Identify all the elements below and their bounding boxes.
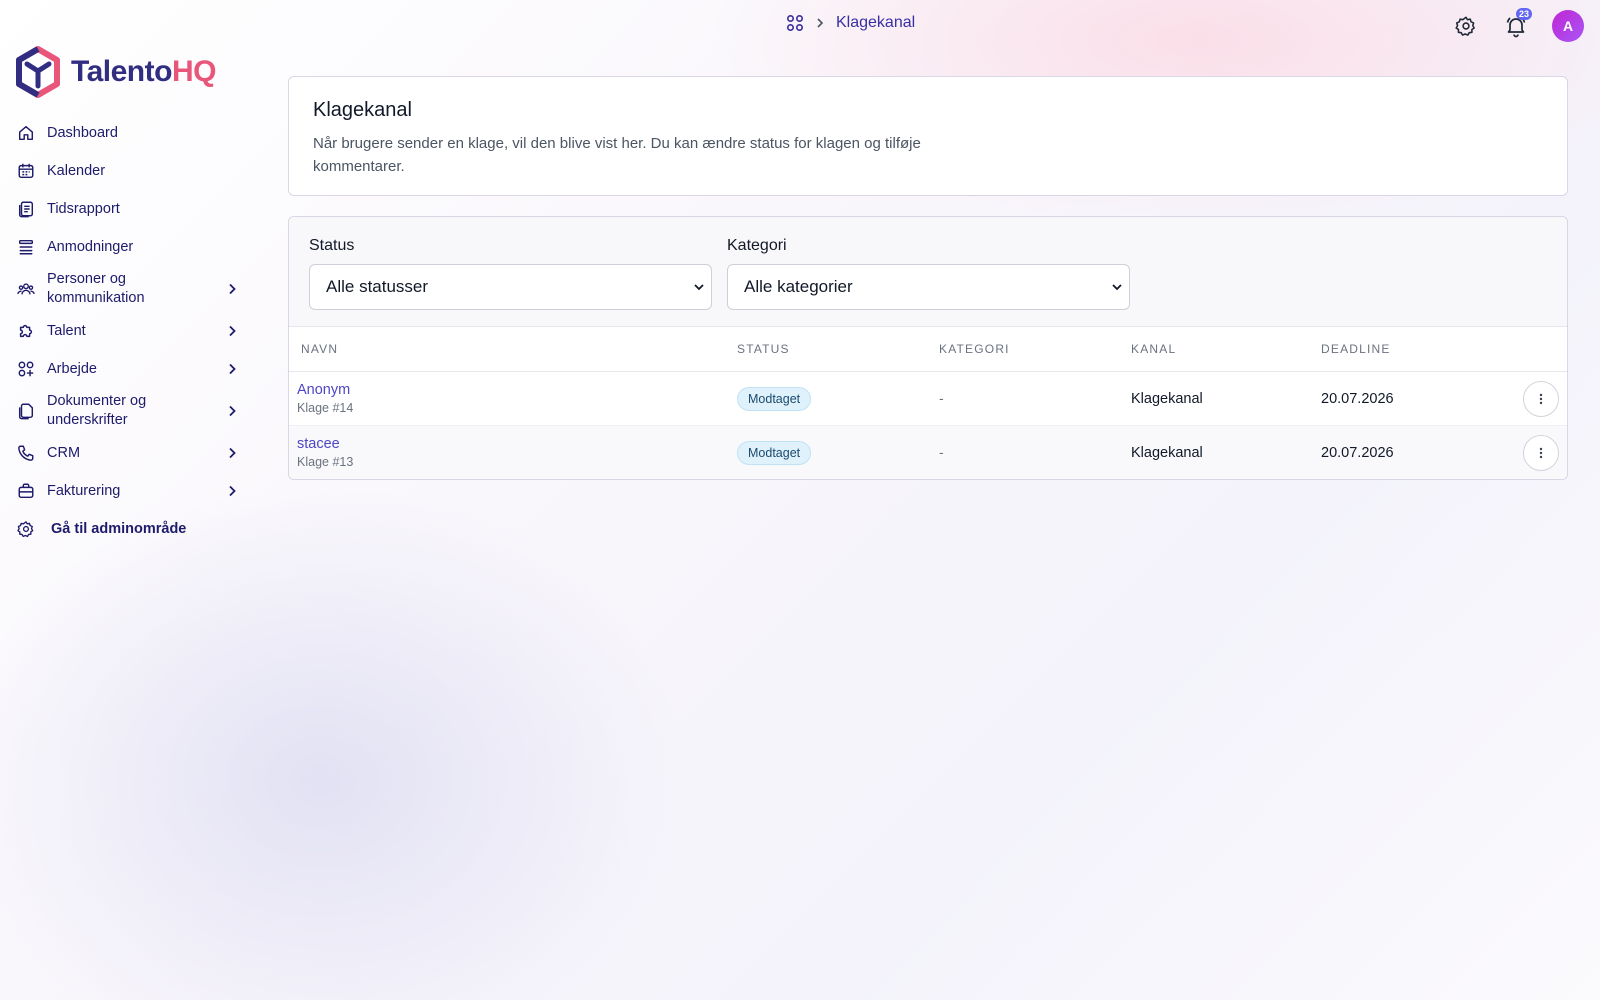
people-icon [17, 283, 35, 295]
table-header: NAVN STATUS KATEGORI KANAL DEADLINE [289, 327, 1567, 372]
channel-value: Klagekanal [1131, 390, 1203, 407]
status-badge: Modtaget [737, 386, 812, 411]
breadcrumb: Klagekanal [786, 14, 915, 32]
chevron-right-icon [229, 447, 236, 459]
documents-icon [18, 403, 34, 420]
home-icon [18, 125, 34, 141]
sidebar-item-kalender[interactable]: Kalender [17, 152, 245, 190]
gear-icon [1455, 16, 1475, 36]
complaint-name-link[interactable]: stacee [297, 436, 737, 452]
sidebar-item-dashboard[interactable]: Dashboard [17, 114, 245, 152]
column-header-category[interactable]: KATEGORI [939, 342, 1131, 356]
sidebar-item-fakturering[interactable]: Fakturering [17, 472, 245, 510]
row-actions-button[interactable] [1523, 434, 1559, 471]
table-row[interactable]: stacee Klage #13 Modtaget - Klagekanal 2… [289, 426, 1567, 479]
avatar[interactable]: A [1552, 10, 1584, 42]
sidebar: TalentoHQ Dashboard Kalender Tidsrapport [0, 44, 260, 548]
more-vertical-icon [1539, 447, 1543, 458]
column-header-deadline[interactable]: DEADLINE [1321, 342, 1521, 356]
intro-card: Klagekanal Når brugere sender en klage, … [288, 76, 1568, 196]
brand-name: TalentoHQ [71, 55, 216, 88]
complaint-id: Klage #13 [297, 455, 354, 469]
status-select-value: Alle statusser [326, 277, 429, 296]
chevron-right-icon [229, 485, 236, 497]
chevron-right-icon [229, 405, 236, 417]
puzzle-icon [19, 324, 33, 338]
chevron-down-icon [1112, 284, 1122, 291]
sidebar-item-personer[interactable]: Personer og kommunikation [17, 266, 245, 312]
complaint-id: Klage #14 [297, 401, 354, 415]
sidebar-item-admin[interactable]: Gå til adminområde [17, 510, 245, 548]
notification-badge: 23 [1515, 8, 1532, 20]
apps-grid-icon[interactable] [786, 14, 804, 32]
chevron-down-icon [694, 284, 704, 291]
phone-icon [18, 445, 34, 461]
notifications-button[interactable]: 23 [1502, 8, 1532, 40]
status-select[interactable]: Alle statusser [309, 264, 712, 310]
sidebar-nav: Dashboard Kalender Tidsrapport Anmodning… [0, 114, 245, 548]
chevron-right-icon [229, 325, 236, 337]
category-filter-label: Kategori [727, 237, 787, 254]
timesheet-icon [18, 201, 34, 218]
category-filter: Kategori Alle kategorier [727, 237, 1130, 326]
channel-value: Klagekanal [1131, 444, 1203, 461]
category-select[interactable]: Alle kategorier [727, 264, 1130, 310]
category-value: - [939, 389, 944, 406]
status-filter: Status Alle statusser [309, 237, 712, 326]
column-header-channel[interactable]: KANAL [1131, 342, 1321, 356]
breadcrumb-current[interactable]: Klagekanal [836, 14, 915, 32]
sidebar-item-arbejde[interactable]: Arbejde [17, 350, 245, 388]
sidebar-item-tidsrapport[interactable]: Tidsrapport [17, 190, 245, 228]
column-header-status[interactable]: STATUS [737, 342, 939, 356]
page-title: Klagekanal [313, 99, 412, 121]
filter-bar: Status Alle statusser Kategori Alle kate… [289, 217, 1567, 327]
status-badge: Modtaget [737, 440, 812, 465]
deadline-value: 20.07.2026 [1321, 444, 1394, 461]
list-icon [18, 239, 34, 255]
complaint-name-link[interactable]: Anonym [297, 382, 737, 398]
deadline-value: 20.07.2026 [1321, 390, 1394, 407]
gear-icon [17, 521, 34, 538]
row-actions-button[interactable] [1523, 380, 1559, 417]
complaints-list-card: Status Alle statusser Kategori Alle kate… [288, 216, 1568, 480]
logo[interactable]: TalentoHQ [0, 44, 260, 100]
sidebar-item-talent[interactable]: Talent [17, 312, 245, 350]
more-vertical-icon [1539, 393, 1543, 404]
sidebar-item-dokumenter[interactable]: Dokumenter og underskrifter [17, 388, 245, 434]
cube-logo-icon [16, 46, 60, 98]
category-value: - [939, 443, 944, 460]
column-header-name[interactable]: NAVN [289, 342, 737, 356]
chevron-right-icon [229, 283, 236, 295]
chevron-right-icon [229, 363, 236, 375]
category-select-value: Alle kategorier [744, 277, 853, 296]
table-row[interactable]: Anonym Klage #14 Modtaget - Klagekanal 2… [289, 372, 1567, 426]
apps-icon [18, 361, 34, 377]
calendar-icon [18, 163, 34, 179]
sidebar-item-anmodninger[interactable]: Anmodninger [17, 228, 245, 266]
sidebar-item-crm[interactable]: CRM [17, 434, 245, 472]
chevron-right-icon [817, 18, 824, 28]
settings-button[interactable] [1452, 12, 1480, 40]
page-description: Når brugere sender en klage, vil den bli… [313, 135, 921, 175]
briefcase-icon [18, 483, 34, 499]
status-filter-label: Status [309, 237, 355, 254]
